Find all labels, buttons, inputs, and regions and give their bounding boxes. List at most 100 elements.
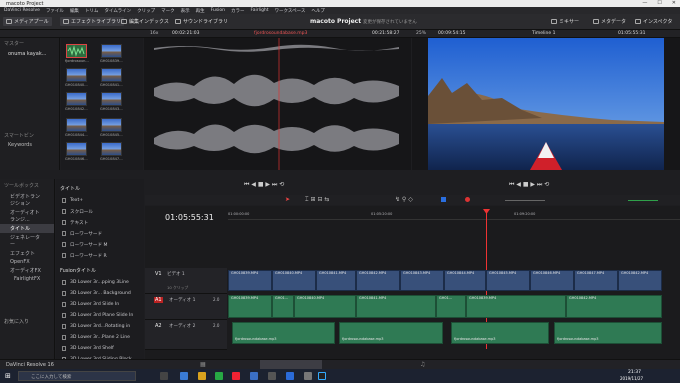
audio-clip[interactable]: GH01... — [436, 295, 466, 318]
effects-library-button[interactable]: エフェクトライブラリ — [60, 17, 125, 26]
menu-fusion[interactable]: Fusion — [211, 8, 225, 13]
audio-clip[interactable]: GH010842.MP4 — [566, 295, 662, 318]
inspector-button[interactable]: インスペクタ — [632, 17, 675, 26]
fusion-title-item[interactable]: 3D Lower 3r...Plane 2 Line — [56, 332, 144, 343]
edge-icon[interactable] — [180, 372, 188, 380]
menu-color[interactable]: カラー — [231, 8, 245, 14]
source-viewer[interactable] — [144, 38, 411, 170]
title-item[interactable]: テキスト — [56, 217, 144, 228]
menu-clip[interactable]: クリップ — [137, 8, 155, 14]
sound-library-button[interactable]: サウンドライブラリ — [172, 17, 231, 26]
menu-trim[interactable]: トリム — [85, 8, 99, 14]
audio-clip[interactable]: fjordrosoundabase.mp3 — [554, 322, 662, 344]
tl-rewind-button[interactable]: ⏮ ◀ ■ ▶ ⏭ ⟲ — [509, 181, 549, 189]
video-clip[interactable]: GH010842.MP4 — [618, 270, 662, 291]
menu-timeline[interactable]: タイムライン — [104, 8, 131, 14]
title-item[interactable]: ローワーサード R — [56, 250, 144, 261]
audio-clip[interactable]: fjordrosoundabase.mp3 — [339, 322, 443, 344]
video-clip[interactable]: GH010840.MP4 — [272, 270, 316, 291]
maximize-button[interactable]: ☐ — [657, 0, 661, 6]
src-rewind-button[interactable]: ⏮ ◀ ■ ▶ ⏭ ⟲ — [244, 181, 284, 189]
fx-tree-item[interactable]: オーディオトランジ... — [0, 208, 54, 224]
fx-tree-item[interactable]: ジェネレーター — [0, 233, 54, 249]
start-icon[interactable]: ⊞ — [5, 372, 11, 380]
video-clip[interactable]: GH010845.MP4 — [486, 270, 530, 291]
fusion-title-item[interactable]: 3D Lower 3rd Shelf — [56, 343, 144, 354]
fusion-title-item[interactable]: 3D Lower 3rd Plane Slide In — [56, 310, 144, 321]
word-icon[interactable] — [250, 372, 258, 380]
toolbox-label[interactable]: ツールボックス — [0, 179, 54, 192]
fx-tree-item[interactable]: ビデオトランジション — [0, 192, 54, 208]
fusion-title-item[interactable]: 3D Lower 3rd...Rotating in — [56, 321, 144, 332]
keywords-bin[interactable]: Keywords — [0, 140, 40, 150]
audio-clip[interactable]: GH010840.MP4 — [294, 295, 356, 318]
title-item[interactable]: ローワーサード — [56, 228, 144, 239]
media-item[interactable] — [66, 68, 87, 82]
track-id[interactable]: A1 — [154, 297, 163, 303]
title-item[interactable]: スクロール — [56, 206, 144, 217]
video-clip[interactable]: GH010847.MP4 — [574, 270, 618, 291]
page-icons[interactable]: ▦ — [200, 361, 206, 368]
media-pool-button[interactable]: メディアプール — [3, 17, 52, 26]
video-clip[interactable]: GH010843.MP4 — [400, 270, 444, 291]
fx-tree-item[interactable]: FairlightFX — [0, 275, 54, 283]
edit-tools-icons[interactable]: ⌶ ⊞ ⊟ ⇆ — [305, 196, 329, 204]
audio-clip[interactable]: fjordrosoundabase.mp3 — [232, 322, 335, 344]
timeline-ruler[interactable]: 01:00:00:00 01:05:20:00 01:09:20:00 — [228, 212, 680, 220]
timeline-viewer[interactable] — [412, 38, 680, 170]
fusion-title-item[interactable]: 3D Lower 3r...pping 3Line — [56, 277, 144, 288]
track-name[interactable]: オーディオ 2 — [169, 323, 195, 329]
chrome-icon[interactable] — [232, 372, 240, 380]
snap-link-icons[interactable]: ↯ ⚲ ◇ — [395, 196, 413, 203]
timeline-zoom[interactable]: 25% — [416, 31, 426, 36]
media-item[interactable] — [66, 142, 87, 156]
video-clip[interactable]: GH010846.MP4 — [530, 270, 574, 291]
edit-page-tab[interactable] — [260, 360, 322, 369]
track-name[interactable]: オーディオ 1 — [169, 297, 195, 303]
search-box[interactable]: ここに入力して検索 — [18, 371, 136, 381]
davinci-resolve-icon[interactable] — [318, 372, 326, 380]
fx-tree-item[interactable]: OpenFX — [0, 258, 54, 266]
menu-edit[interactable]: 編集 — [70, 8, 79, 14]
task-view-icon[interactable] — [160, 372, 168, 380]
media-item[interactable] — [66, 44, 87, 58]
menu-help[interactable]: ヘルプ — [311, 8, 325, 14]
fusion-title-item[interactable]: 3D Lower 3rd Slide In — [56, 299, 144, 310]
marker-icon[interactable] — [465, 197, 470, 202]
audio-clip[interactable]: GH010839.MP4 — [466, 295, 566, 318]
bin-item-onuma[interactable]: onuma kayak... — [0, 49, 59, 59]
menu-file[interactable]: ファイル — [46, 8, 64, 14]
video-clip[interactable]: GH010839.MP4 — [228, 270, 272, 291]
metadata-button[interactable]: メタデータ — [590, 17, 629, 26]
timeline[interactable]: 01:05:55:31 01:00:00:00 01:05:20:00 01:0… — [145, 206, 680, 359]
menu-mark[interactable]: マーク — [161, 8, 175, 14]
fx-tree-item-selected[interactable]: タイトル — [0, 224, 54, 233]
media-item[interactable] — [101, 44, 122, 58]
outlook-icon[interactable] — [286, 372, 294, 380]
volume-slider[interactable] — [628, 200, 658, 201]
media-item[interactable] — [66, 92, 87, 106]
fx-tree-item[interactable]: オーディオFX — [0, 266, 54, 275]
fx-tree-item[interactable]: エフェクト — [0, 249, 54, 258]
media-item[interactable] — [101, 118, 122, 132]
menu-davinci[interactable]: DaVinci Resolve — [4, 8, 40, 13]
fairlight-page-icon[interactable]: ♫ — [420, 361, 425, 368]
favorites-label[interactable]: お気に入り — [0, 317, 33, 326]
app-icon[interactable] — [268, 372, 276, 380]
title-item[interactable]: Text+ — [56, 195, 144, 206]
media-item[interactable] — [101, 142, 122, 156]
edit-index-button[interactable]: 編集インデックス — [118, 17, 172, 26]
app-icon[interactable] — [304, 372, 312, 380]
flag-color-icon[interactable] — [441, 197, 446, 202]
menu-workspace[interactable]: ワークスペース — [275, 8, 306, 14]
audio-clip[interactable]: GH010839.MP4 — [228, 295, 272, 318]
media-item[interactable] — [101, 68, 122, 82]
menu-fairlight[interactable]: Fairlight — [251, 8, 269, 13]
close-button[interactable]: ✕ — [672, 0, 676, 6]
media-item[interactable] — [101, 92, 122, 106]
line-icon[interactable] — [215, 372, 223, 380]
zoom-slider[interactable] — [505, 200, 545, 201]
menu-playback[interactable]: 再生 — [196, 8, 205, 14]
audio-clip[interactable]: GH01... — [272, 295, 294, 318]
explorer-icon[interactable] — [198, 372, 206, 380]
